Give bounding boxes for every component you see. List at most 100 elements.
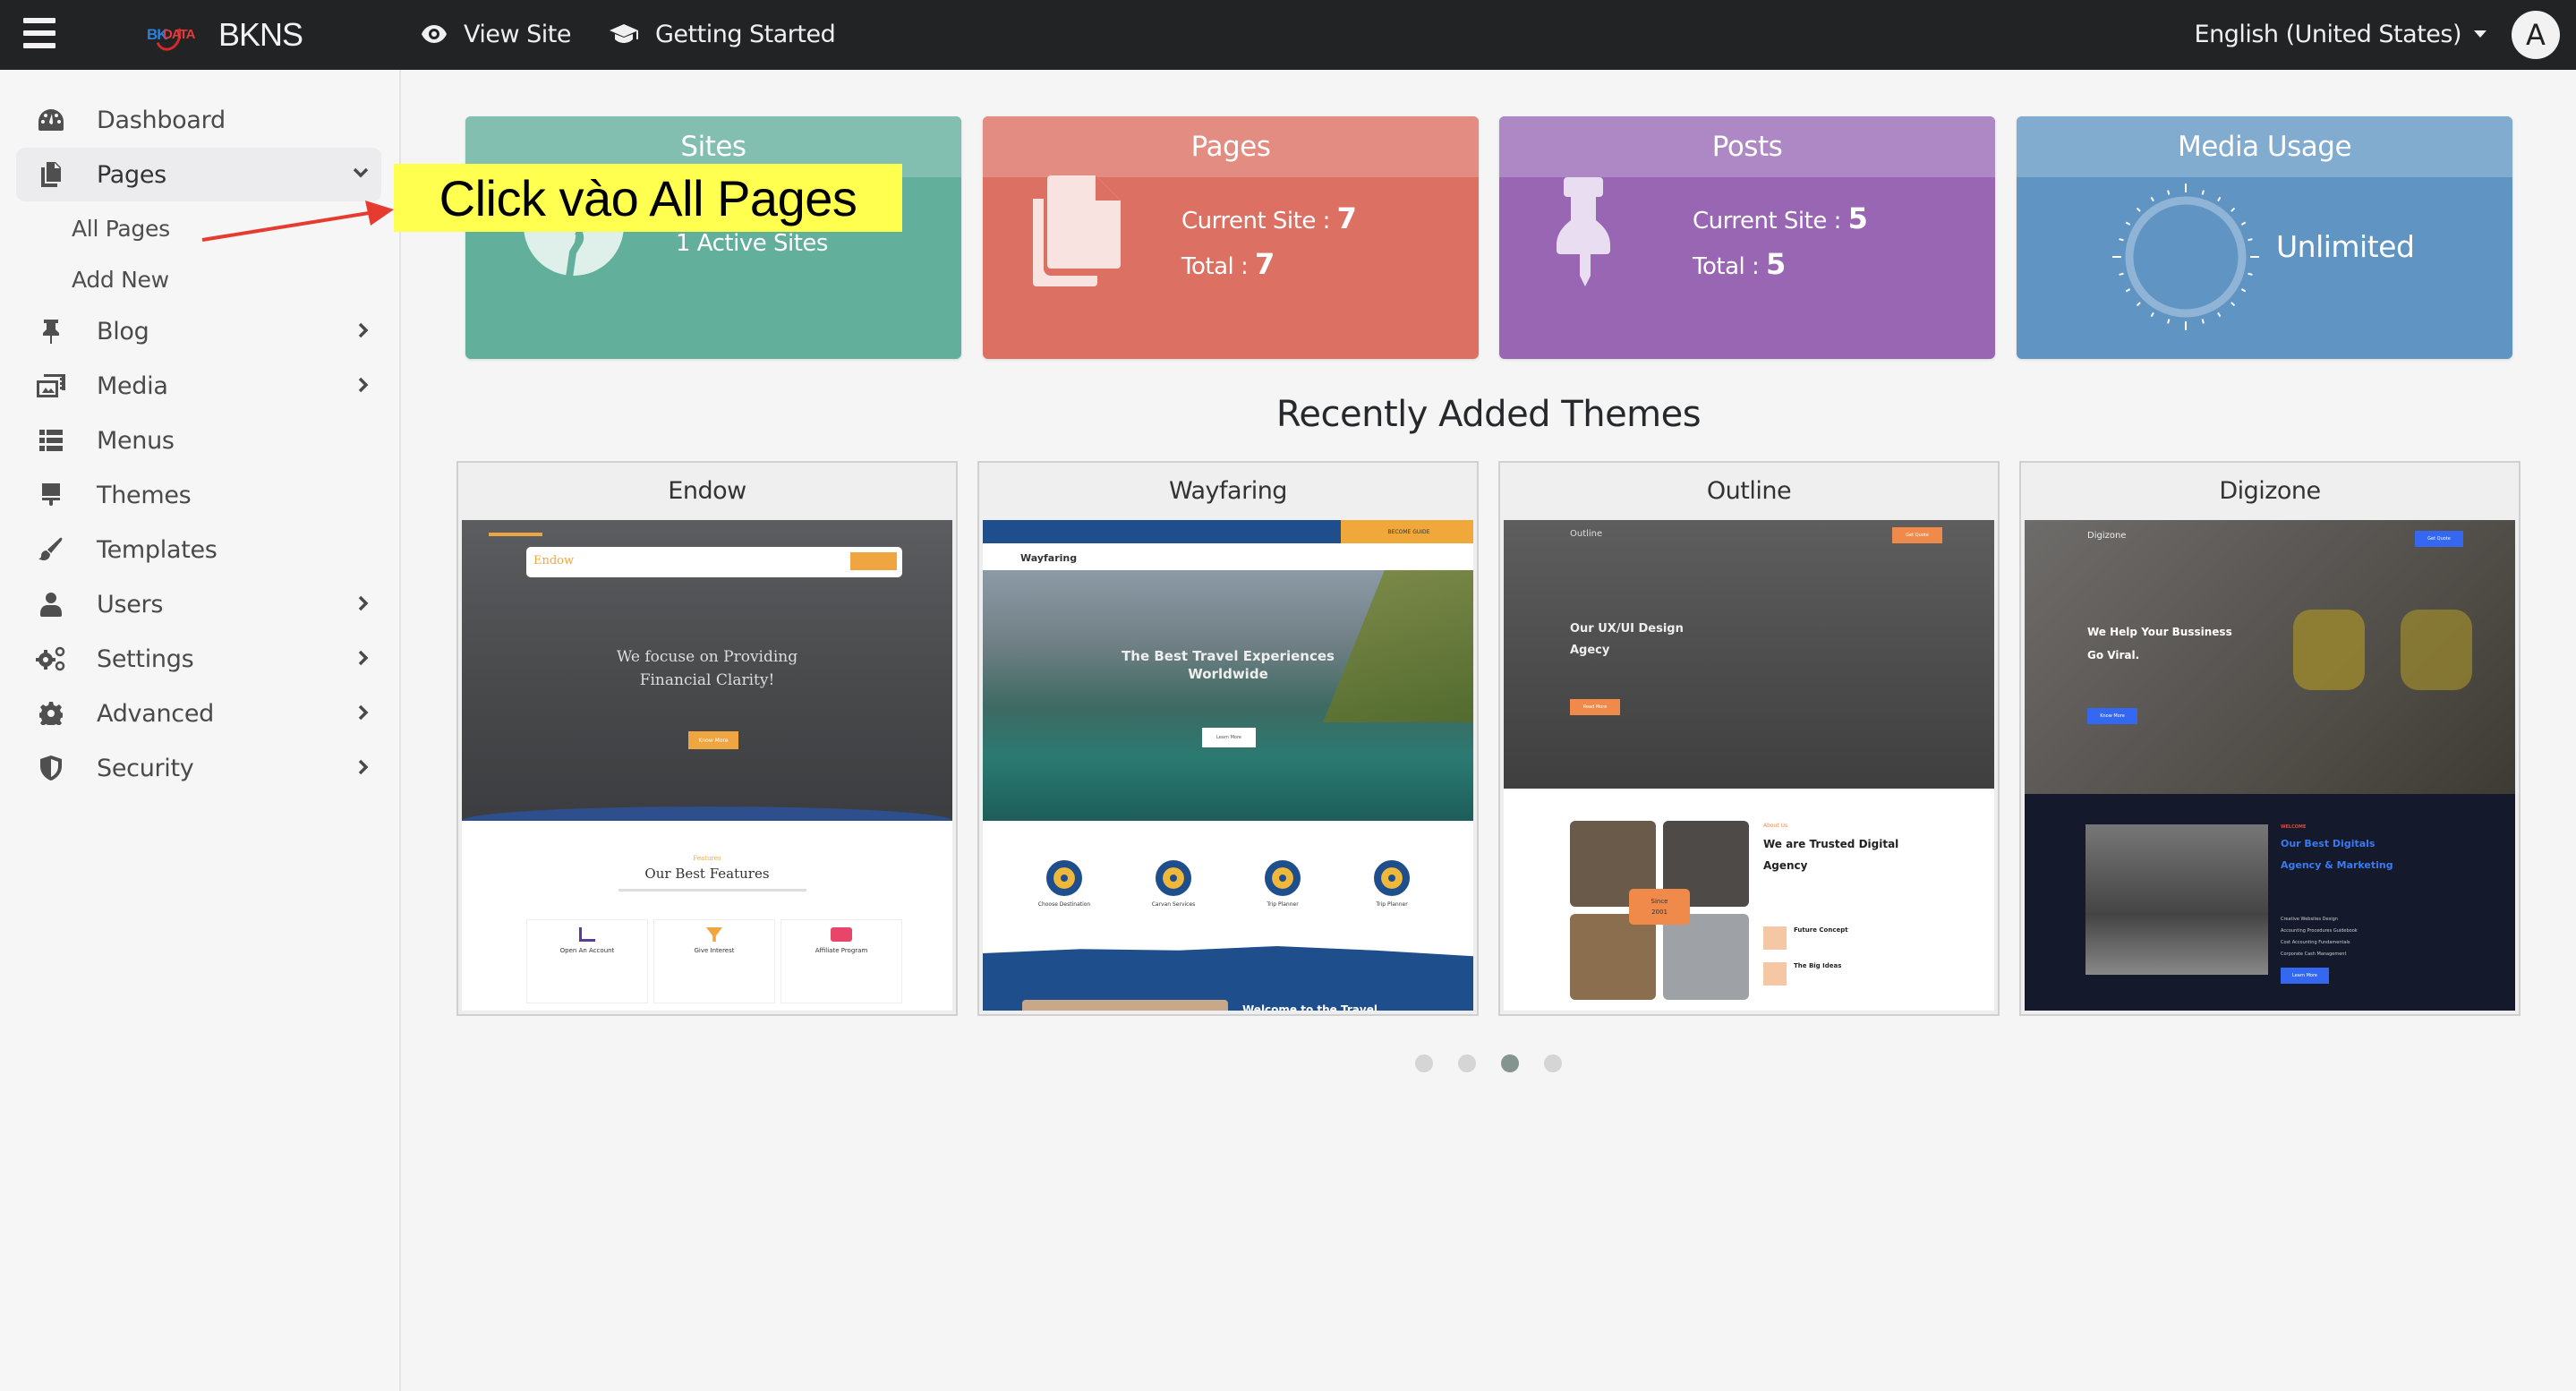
stat-card-media-usage[interactable]: Media Usage Unlimited	[2017, 116, 2512, 359]
gauge-tick	[2150, 196, 2154, 202]
thumb-title: Our Best Digitals	[2281, 838, 2376, 849]
list-icon	[16, 430, 73, 451]
theme-thumbnail-digizone: Digizone Get Quote We Help Your Bussines…	[2025, 520, 2515, 1011]
shield-icon	[16, 755, 73, 781]
carousel-dot[interactable]	[1501, 1054, 1519, 1072]
sidebar-subitem-all-pages[interactable]: All Pages	[72, 208, 170, 249]
theme-card-wayfaring[interactable]: Wayfaring BECOME GUIDE Wayfaring The Bes…	[977, 461, 1479, 1016]
thumb-hero-line: We focuse on Providing	[616, 648, 798, 666]
sidebar-item-label: Settings	[97, 644, 194, 673]
stat-card-title: Posts	[1499, 116, 1995, 177]
dashboard-gauge-icon	[16, 108, 73, 132]
circle-gauge-icon	[2112, 183, 2259, 330]
thumb-nav-cta: Get Quote	[1892, 527, 1942, 543]
gauge-tick	[2125, 288, 2131, 293]
top-navbar: BK DATA BKNS View Site Getting Started E…	[0, 0, 2576, 70]
brand-logo[interactable]: BK DATA BKNS	[143, 13, 303, 57]
stat-card-pages[interactable]: Pages Current Site : 7 Total : 7	[983, 116, 1479, 359]
cog-icon	[16, 702, 73, 725]
sidebar-item-templates[interactable]: Templates	[16, 523, 381, 576]
carousel-dot[interactable]	[1415, 1054, 1433, 1072]
sidebar-item-themes[interactable]: Themes	[16, 468, 381, 522]
caret-down-icon	[2474, 30, 2486, 38]
thumb-bullet: Corporate Cash Management	[2281, 952, 2347, 957]
sidebar-item-label: Pages	[97, 160, 166, 189]
sidebar-item-label: Templates	[97, 535, 218, 564]
gauge-tick	[2119, 272, 2124, 276]
sidebar-item-pages[interactable]: Pages	[16, 148, 381, 201]
thumb-hero-line: Worldwide	[1188, 666, 1268, 682]
pages-copy-icon	[16, 162, 73, 187]
stat-card-posts[interactable]: Posts Current Site : 5 Total : 5	[1499, 116, 1995, 359]
gauge-tick	[2201, 190, 2205, 195]
user-avatar[interactable]: A	[2512, 11, 2560, 59]
thumb-feature: Choose Destination	[1037, 901, 1091, 908]
language-dropdown[interactable]: English (United States)	[2195, 16, 2486, 52]
thumb-cta: Learn More	[1202, 728, 1256, 747]
gauge-tick	[2240, 221, 2247, 226]
view-site-link[interactable]: View Site	[421, 16, 572, 52]
chevron-right-icon	[356, 595, 369, 615]
sidebar-item-label: Media	[97, 371, 168, 400]
stat-card-sites[interactable]: Sites 1 Active Sites	[465, 116, 961, 359]
theme-name: Outline	[1500, 463, 1998, 519]
sidebar-item-label: Menus	[97, 426, 175, 455]
gauge-tick	[2167, 319, 2171, 324]
theme-name: Wayfaring	[979, 463, 1477, 519]
thumb-hero-line: Go Viral.	[2087, 649, 2140, 661]
carousel-pagination	[1415, 1054, 1562, 1072]
badge-line: Since	[1651, 898, 1668, 905]
thumb-feature: Give Interest	[694, 947, 735, 954]
gauge-tick	[2240, 288, 2247, 293]
view-site-label: View Site	[464, 20, 572, 48]
thumb-kicker: Features	[693, 855, 721, 862]
thumb-brand: Digizone	[2087, 531, 2127, 541]
chevron-right-icon	[356, 759, 369, 779]
hamburger-menu-icon[interactable]	[23, 18, 55, 48]
thumb-about-title: Agency	[1763, 859, 1808, 872]
posts-current-site-label: Current Site :	[1693, 208, 1848, 235]
theme-thumbnail-wayfaring: BECOME GUIDE Wayfaring The Best Travel E…	[983, 520, 1473, 1011]
theme-card-digizone[interactable]: Digizone Digizone Get Quote We Help Your…	[2019, 461, 2521, 1016]
theme-thumbnail-outline: Outline Get Quote Our UX/UI Design Agecy…	[1504, 520, 1994, 1011]
sidebar-item-menus[interactable]: Menus	[16, 414, 381, 467]
sidebar-item-label: Security	[97, 754, 194, 782]
thumb-bullet: Cost Accounting Fundamentals	[2281, 940, 2350, 945]
thumb-feature: Affiliate Program	[815, 947, 868, 954]
thumb-bullet: Accounting Procedures Guidebook	[2281, 928, 2358, 934]
thumbtack-icon	[1557, 177, 1610, 286]
sidebar-item-blog[interactable]: Blog	[16, 304, 381, 358]
carousel-dot[interactable]	[1544, 1054, 1562, 1072]
gauge-tick	[2125, 221, 2131, 226]
theme-thumbnail-endow: Endow We focuse on Providing Financial C…	[462, 520, 952, 1011]
carousel-dot[interactable]	[1458, 1054, 1476, 1072]
thumb-since-badge: Since 2001	[1629, 889, 1690, 925]
theme-card-outline[interactable]: Outline Outline Get Quote Our UX/UI Desi…	[1498, 461, 2000, 1016]
logo-mark-suffix: DATA	[163, 27, 195, 42]
thumb-brand: Endow	[533, 554, 575, 567]
thumb-hero-line: Agecy	[1570, 644, 1610, 657]
brand-name: BKNS	[218, 16, 303, 53]
sidebar-subitem-add-new[interactable]: Add New	[72, 259, 169, 300]
sidebar-item-advanced[interactable]: Advanced	[16, 687, 381, 740]
thumb-kicker: WELCOME	[2281, 824, 2307, 830]
sidebar-item-settings[interactable]: Settings	[16, 632, 381, 686]
file-copy-icon	[1033, 175, 1121, 286]
thumb-top-cta: BECOME GUIDE	[1341, 520, 1473, 543]
thumb-hero-line: Financial Clarity!	[639, 671, 775, 689]
cogs-icon	[16, 646, 73, 671]
gauge-tick	[2201, 319, 2205, 324]
photo-video-icon	[16, 374, 73, 397]
thumb-cta: Read More	[1570, 699, 1620, 715]
thumb-feature: Future Concept	[1794, 926, 1848, 934]
theme-card-endow[interactable]: Endow Endow We focuse on Providing Finan…	[456, 461, 958, 1016]
sidebar-item-dashboard[interactable]: Dashboard	[16, 93, 381, 147]
sidebar-item-media[interactable]: Media	[16, 359, 381, 413]
sidebar-item-users[interactable]: Users	[16, 577, 381, 631]
sidebar-item-label: Users	[97, 590, 164, 619]
getting-started-link[interactable]: Getting Started	[609, 16, 836, 52]
paint-roller-icon	[16, 482, 73, 508]
sidebar-item-security[interactable]: Security	[16, 741, 381, 795]
sidebar-item-label: Blog	[97, 317, 149, 346]
active-sites-count: 1 Active Sites	[676, 230, 828, 257]
